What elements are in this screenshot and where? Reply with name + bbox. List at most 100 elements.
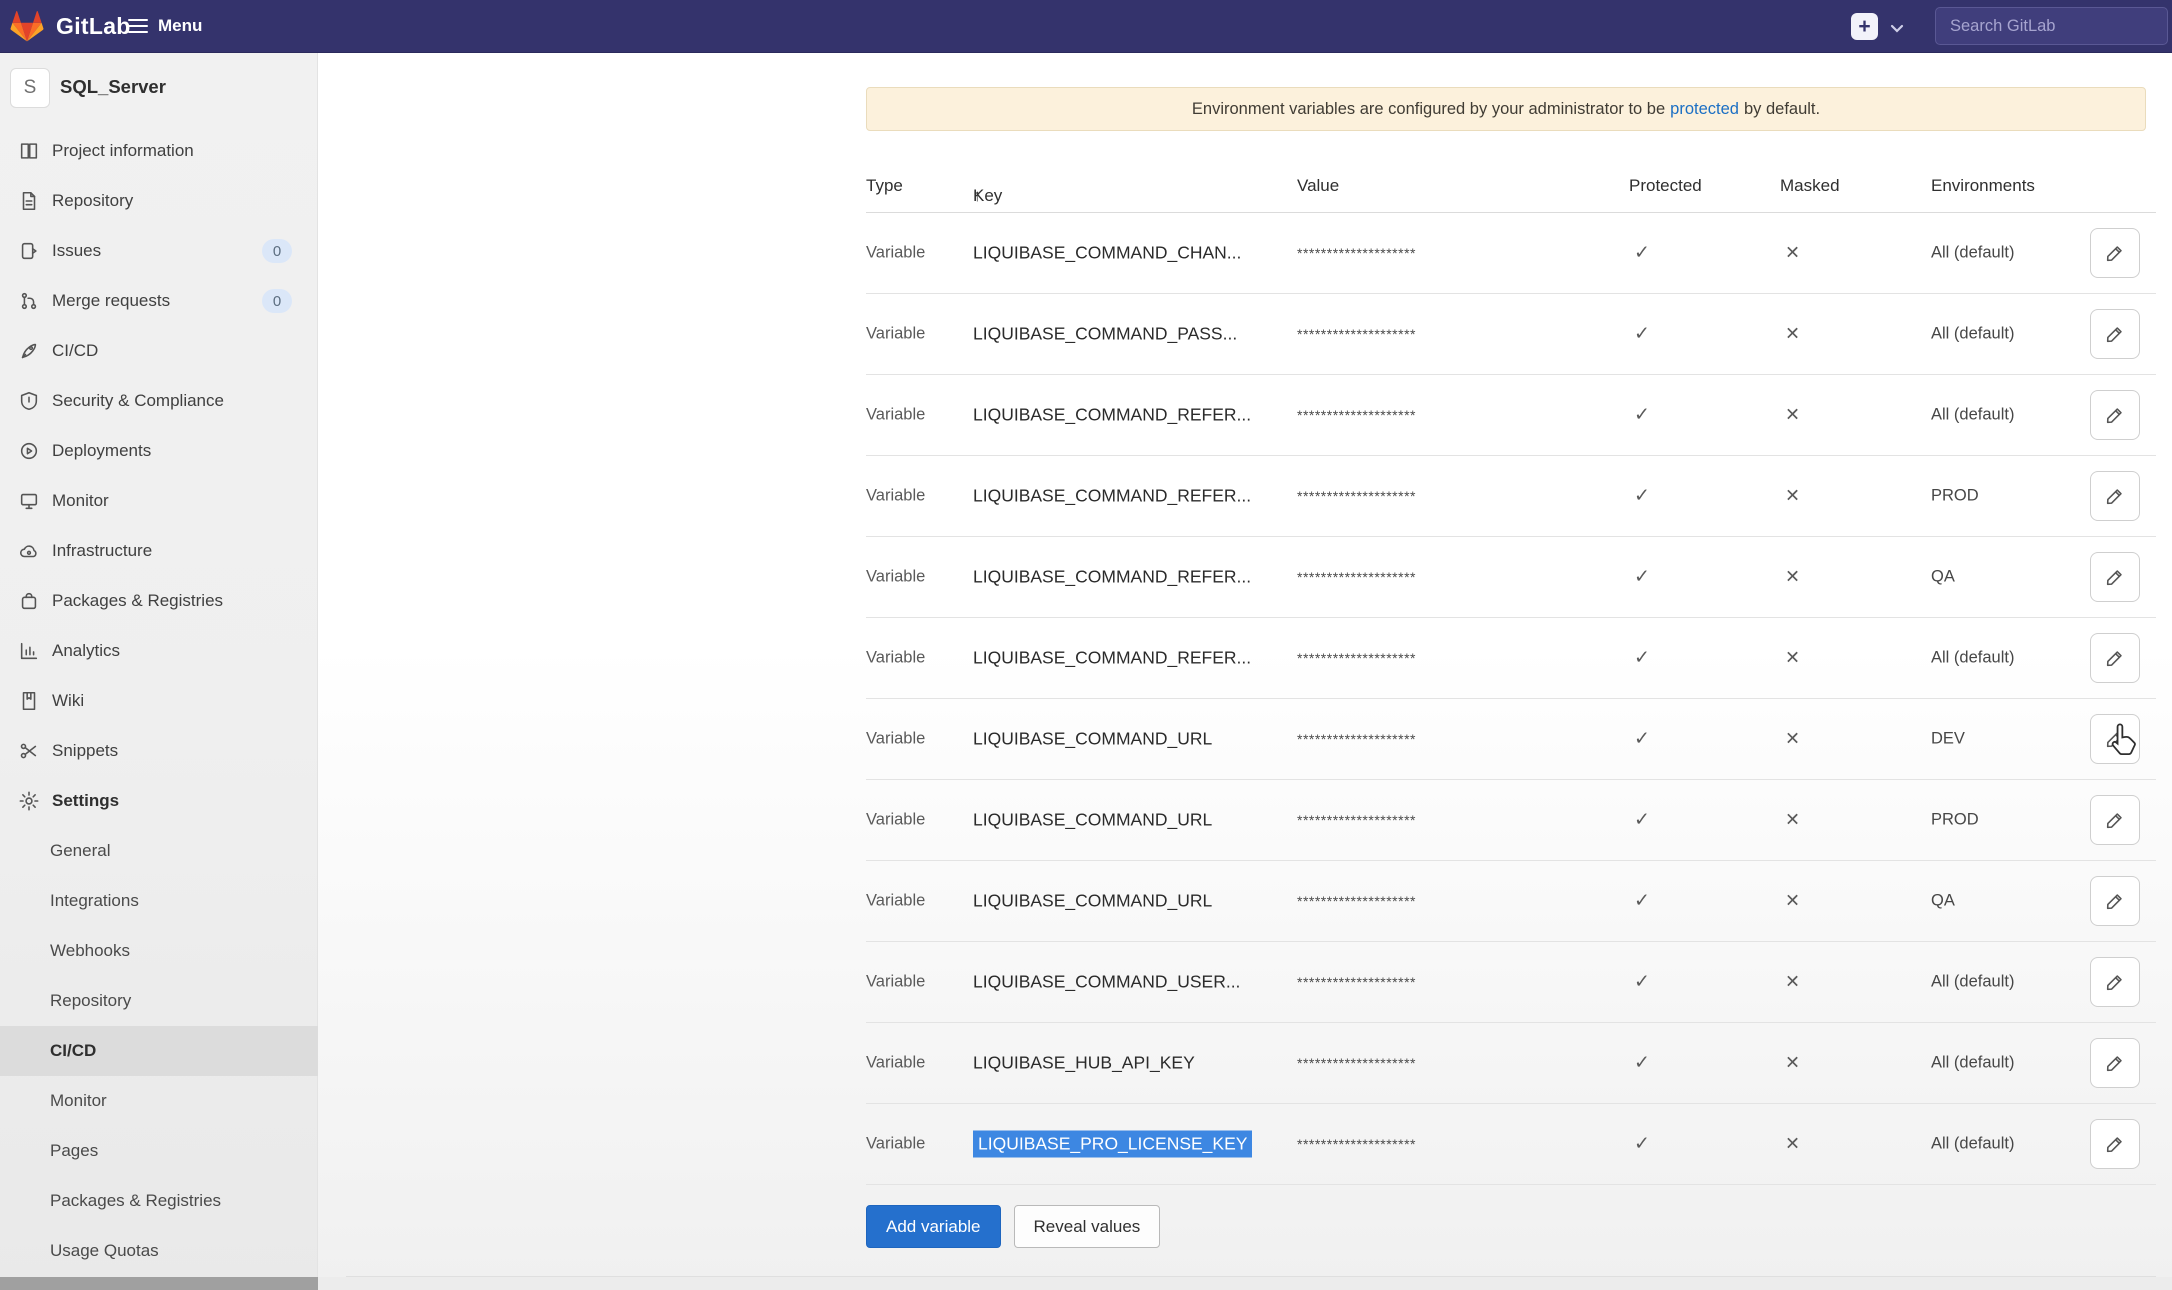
- variable-key: LIQUIBASE_PRO_LICENSE_KEY: [973, 1131, 1252, 1158]
- variable-environments: All (default): [1931, 1135, 2014, 1154]
- edit-variable-button[interactable]: [2090, 390, 2140, 440]
- edit-variable-button[interactable]: [2090, 228, 2140, 278]
- edit-variable-button[interactable]: [2090, 1119, 2140, 1169]
- sidebar-item-security-compliance[interactable]: Security & Compliance: [0, 376, 318, 426]
- variable-row: Variable LIQUIBASE_COMMAND_REFER... ****…: [866, 618, 2156, 699]
- variable-row: Variable LIQUIBASE_COMMAND_URL *********…: [866, 699, 2156, 780]
- col-header-value: Value: [1297, 176, 1339, 196]
- variable-environments: All (default): [1931, 325, 2014, 344]
- pencil-icon: [2104, 485, 2126, 507]
- masked-x-icon: ✕: [1785, 972, 1800, 993]
- protected-link[interactable]: protected: [1670, 100, 1739, 119]
- top-navbar: GitLab Menu +: [0, 0, 2172, 53]
- col-header-masked: Masked: [1780, 176, 1840, 196]
- sidebar-subitem-monitor[interactable]: Monitor: [0, 1076, 318, 1126]
- sidebar-item-deployments[interactable]: Deployments: [0, 426, 318, 476]
- issues-icon: [18, 240, 40, 262]
- sidebar-item-wiki[interactable]: Wiki: [0, 676, 318, 726]
- sidebar-subitem-usage-quotas[interactable]: Usage Quotas: [0, 1226, 318, 1276]
- variable-key: LIQUIBASE_COMMAND_REFER...: [973, 648, 1251, 669]
- chevron-down-icon[interactable]: [1890, 21, 1904, 39]
- admin-protected-banner: Environment variables are configured by …: [866, 87, 2146, 131]
- variables-table: Type ↑ Key Value Protected Masked Enviro…: [866, 166, 2156, 1185]
- sidebar-item-packages-registries[interactable]: Packages & Registries: [0, 576, 318, 626]
- sidebar-item-merge-requests[interactable]: Merge requests 0: [0, 276, 318, 326]
- edit-variable-button[interactable]: [2090, 309, 2140, 359]
- sidebar-subitem-pages[interactable]: Pages: [0, 1126, 318, 1176]
- variable-masked-value: ********************: [1297, 1136, 1416, 1152]
- edit-variable-button[interactable]: [2090, 1038, 2140, 1088]
- main-content: Environment variables are configured by …: [318, 52, 2172, 1290]
- masked-x-icon: ✕: [1785, 648, 1800, 669]
- sidebar-item-issues[interactable]: Issues 0: [0, 226, 318, 276]
- pencil-icon: [2104, 1052, 2126, 1074]
- edit-variable-button[interactable]: [2090, 633, 2140, 683]
- variable-type: Variable: [866, 325, 925, 344]
- sidebar-nav: Project information Repository Issues 0 …: [0, 126, 318, 1276]
- protected-check-icon: ✓: [1634, 566, 1650, 589]
- variable-row: Variable LIQUIBASE_COMMAND_REFER... ****…: [866, 456, 2156, 537]
- variable-row: Variable LIQUIBASE_COMMAND_REFER... ****…: [866, 375, 2156, 456]
- plus-icon: +: [1858, 16, 1870, 37]
- new-item-button[interactable]: +: [1851, 13, 1878, 40]
- edit-variable-button[interactable]: [2090, 714, 2140, 764]
- variable-masked-value: ********************: [1297, 488, 1416, 504]
- masked-x-icon: ✕: [1785, 891, 1800, 912]
- sidebar-item-snippets[interactable]: Snippets: [0, 726, 318, 776]
- variable-environments: All (default): [1931, 973, 2014, 992]
- reveal-values-button[interactable]: Reveal values: [1014, 1205, 1161, 1248]
- sidebar-item-infrastructure[interactable]: Infrastructure: [0, 526, 318, 576]
- project-name: SQL_Server: [60, 76, 166, 98]
- sidebar-subitem-repository[interactable]: Repository: [0, 976, 318, 1026]
- edit-variable-button[interactable]: [2090, 957, 2140, 1007]
- masked-x-icon: ✕: [1785, 567, 1800, 588]
- variable-environments: QA: [1931, 568, 1955, 587]
- sidebar-scroll-strip: [0, 1277, 318, 1290]
- variable-row: Variable LIQUIBASE_COMMAND_PASS... *****…: [866, 294, 2156, 375]
- sidebar-subitem-general[interactable]: General: [0, 826, 318, 876]
- variable-key: LIQUIBASE_COMMAND_URL: [973, 729, 1212, 750]
- gear-icon: [18, 790, 40, 812]
- edit-variable-button[interactable]: [2090, 876, 2140, 926]
- edit-variable-button[interactable]: [2090, 471, 2140, 521]
- variable-type: Variable: [866, 1135, 925, 1154]
- sidebar-item-analytics[interactable]: Analytics: [0, 626, 318, 676]
- search-input[interactable]: [1936, 8, 2167, 44]
- variable-masked-value: ********************: [1297, 407, 1416, 423]
- deployments-icon: [18, 440, 40, 462]
- protected-check-icon: ✓: [1634, 890, 1650, 913]
- variables-table-header: Type ↑ Key Value Protected Masked Enviro…: [866, 166, 2156, 213]
- variable-type: Variable: [866, 649, 925, 668]
- variable-key: LIQUIBASE_COMMAND_REFER...: [973, 486, 1251, 507]
- gitlab-logo-link[interactable]: GitLab: [10, 6, 131, 46]
- col-header-protected: Protected: [1629, 176, 1702, 196]
- project-header[interactable]: S SQL_Server: [0, 66, 318, 122]
- sidebar-item-settings[interactable]: Settings: [0, 776, 318, 826]
- package-bag-icon: [18, 590, 40, 612]
- pencil-icon: [2104, 971, 2126, 993]
- protected-check-icon: ✓: [1634, 647, 1650, 670]
- protected-check-icon: ✓: [1634, 728, 1650, 751]
- protected-check-icon: ✓: [1634, 404, 1650, 427]
- pencil-icon: [2104, 566, 2126, 588]
- sidebar-subitem-ci-cd[interactable]: CI/CD: [0, 1026, 318, 1076]
- variable-key: LIQUIBASE_COMMAND_REFER...: [973, 567, 1251, 588]
- variable-key: LIQUIBASE_COMMAND_URL: [973, 810, 1212, 831]
- variable-environments: PROD: [1931, 487, 1979, 506]
- sidebar-subitem-packages-registries[interactable]: Packages & Registries: [0, 1176, 318, 1226]
- sidebar-item-ci-cd[interactable]: CI/CD: [0, 326, 318, 376]
- variable-key: LIQUIBASE_COMMAND_REFER...: [973, 405, 1251, 426]
- edit-variable-button[interactable]: [2090, 552, 2140, 602]
- add-variable-button[interactable]: Add variable: [866, 1205, 1001, 1248]
- menu-button[interactable]: Menu: [128, 0, 202, 52]
- sidebar-item-monitor[interactable]: Monitor: [0, 476, 318, 526]
- sidebar-subitem-integrations[interactable]: Integrations: [0, 876, 318, 926]
- protected-check-icon: ✓: [1634, 323, 1650, 346]
- variables-actions: Add variable Reveal values: [866, 1205, 1160, 1248]
- edit-variable-button[interactable]: [2090, 795, 2140, 845]
- variable-row: Variable LIQUIBASE_HUB_API_KEY *********…: [866, 1023, 2156, 1104]
- variable-row: Variable LIQUIBASE_COMMAND_REFER... ****…: [866, 537, 2156, 618]
- sidebar-subitem-webhooks[interactable]: Webhooks: [0, 926, 318, 976]
- sidebar-item-repository[interactable]: Repository: [0, 176, 318, 226]
- sidebar-item-project-information[interactable]: Project information: [0, 126, 318, 176]
